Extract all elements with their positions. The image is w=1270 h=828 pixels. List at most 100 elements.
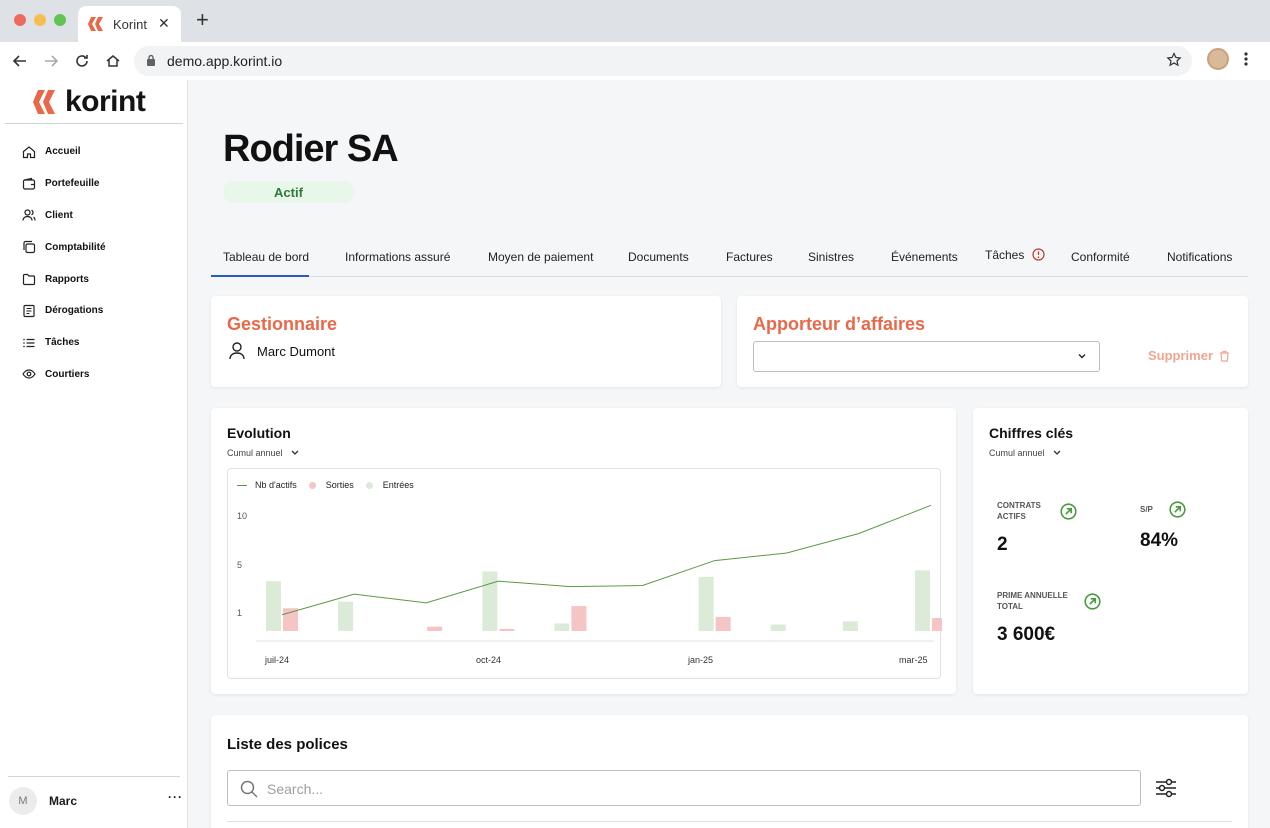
bar-entrees: [915, 570, 930, 631]
sidebar-item-label: Courtiers: [45, 368, 90, 380]
user-name: Marc: [49, 794, 78, 808]
bar-sorties: [499, 628, 515, 631]
profile-avatar[interactable]: [1207, 48, 1229, 70]
tab-moyen-de-paiement[interactable]: Moyen de paiement: [488, 241, 593, 277]
line-nb-actifs: [281, 504, 932, 616]
korint-favicon-icon: [88, 17, 103, 31]
sidebar-item-label: Client: [45, 209, 73, 221]
sidebar-item-courtiers[interactable]: Courtiers: [0, 359, 188, 391]
bar-sorties: [427, 626, 443, 631]
kpi-label-prime: PRIME ANNUELLE TOTAL: [997, 590, 1068, 612]
sidebar-item-taches[interactable]: Tâches: [0, 327, 188, 359]
document-icon: [23, 304, 35, 317]
tab-informations-assure[interactable]: Informations assuré: [345, 241, 450, 277]
chiffres-title: Chiffres clés: [989, 425, 1074, 441]
address-bar[interactable]: demo.app.korint.io: [134, 46, 1192, 76]
kpi-label-sp: S/P: [1140, 504, 1153, 515]
chiffres-cles-card: Chiffres clés Cumul annuel CONTRATS ACTI…: [973, 408, 1248, 694]
tab-bar: Tableau de bord Informations assuré Moye…: [211, 241, 1248, 277]
close-window-button[interactable]: [14, 14, 26, 26]
chart-plot-area: [256, 504, 942, 642]
wallet-icon: [22, 177, 36, 190]
maximize-window-button[interactable]: [54, 14, 66, 26]
bookmark-star-icon[interactable]: [1166, 52, 1182, 68]
folder-icon: [22, 273, 36, 286]
search-placeholder: Search...: [267, 781, 324, 797]
polices-card: Liste des polices Search...: [211, 715, 1248, 828]
tab-notifications[interactable]: Notifications: [1167, 241, 1232, 277]
close-tab-icon[interactable]: ✕: [158, 15, 170, 32]
tab-label: Factures: [726, 250, 773, 264]
apporteur-select[interactable]: [753, 341, 1100, 372]
filter-settings-icon[interactable]: [1155, 777, 1177, 799]
tab-evenements[interactable]: Événements: [891, 241, 958, 277]
browser-toolbar: demo.app.korint.io: [0, 42, 1270, 80]
sidebar-item-accueil[interactable]: Accueil: [0, 136, 188, 168]
lock-icon: [147, 54, 155, 66]
tab-factures[interactable]: Factures: [726, 241, 773, 277]
x-tick-label: juil-24: [265, 655, 290, 665]
bar-sorties: [283, 608, 298, 631]
bar-entrees: [842, 621, 858, 631]
sidebar-item-label: Dérogations: [45, 305, 104, 317]
back-icon[interactable]: [9, 50, 31, 72]
period-label: Cumul annuel: [989, 448, 1045, 458]
sidebar-item-label: Portefeuille: [45, 178, 100, 190]
main-content: Rodier SA Actif Tableau de bord Informat…: [189, 80, 1270, 828]
sidebar-item-label: Comptabilité: [45, 241, 106, 253]
tab-documents[interactable]: Documents: [628, 241, 689, 277]
browser-tab[interactable]: Korint ✕: [78, 6, 181, 42]
bar-entrees: [338, 601, 354, 631]
page-title: Rodier SA: [223, 128, 399, 170]
status-badge: Actif: [223, 181, 354, 203]
bar-entrees: [770, 624, 786, 631]
user-icon: [229, 342, 245, 360]
new-tab-icon[interactable]: +: [196, 9, 209, 31]
tab-sinistres[interactable]: Sinistres: [808, 241, 854, 277]
tab-taches[interactable]: Tâches: [985, 241, 1045, 277]
kpi-label-line: TOTAL: [997, 602, 1023, 611]
sidebar-item-rapports[interactable]: Rapports: [0, 263, 188, 295]
table-divider: [227, 821, 1232, 822]
browser-tab-bar: Korint ✕ +: [0, 0, 1270, 42]
trend-up-icon: [1169, 501, 1186, 518]
trash-icon: [1220, 350, 1230, 362]
user-menu-button[interactable]: ···: [168, 790, 183, 804]
reload-icon[interactable]: [71, 50, 93, 72]
copy-icon: [23, 241, 36, 254]
tab-label: Informations assuré: [345, 250, 451, 264]
trend-up-icon: [1084, 593, 1101, 610]
delete-button[interactable]: Supprimer: [1148, 348, 1230, 363]
browser-menu-icon[interactable]: [1243, 50, 1249, 68]
browser-tab-title: Korint: [113, 17, 147, 32]
home-browser-icon[interactable]: [102, 50, 124, 72]
sidebar-item-comptabilite[interactable]: Comptabilité: [0, 231, 188, 263]
gestionnaire-name: Marc Dumont: [257, 344, 336, 359]
user-avatar[interactable]: M: [9, 787, 37, 815]
sidebar-item-client[interactable]: Client: [0, 200, 188, 232]
sidebar: korint Accueil Portefeuille Client Compt…: [0, 80, 188, 828]
tab-label: Tableau de bord: [223, 250, 310, 264]
chiffres-period-select[interactable]: Cumul annuel: [989, 448, 1061, 458]
evolution-chart: Nb d'actifs Sorties Entrées 10 5 1 juil-…: [227, 468, 942, 679]
trend-up-icon: [1060, 503, 1077, 520]
sidebar-item-portefeuille[interactable]: Portefeuille: [0, 168, 188, 200]
brand-logo[interactable]: korint: [33, 85, 146, 118]
sidebar-item-label: Tâches: [45, 337, 80, 349]
evolution-period-select[interactable]: Cumul annuel: [227, 448, 299, 458]
sidebar-item-derogations[interactable]: Dérogations: [0, 295, 188, 327]
sidebar-nav: Accueil Portefeuille Client Comptabilité…: [0, 136, 188, 390]
polices-title: Liste des polices: [227, 736, 348, 753]
brand-name: korint: [65, 85, 146, 118]
app-root: korint Accueil Portefeuille Client Compt…: [0, 80, 1270, 828]
tab-conformite[interactable]: Conformité: [1071, 241, 1130, 277]
search-input[interactable]: Search...: [227, 770, 1141, 806]
tab-label: Conformité: [1071, 250, 1130, 264]
eye-icon: [22, 369, 36, 380]
forward-icon[interactable]: [40, 50, 62, 72]
alert-icon: [1032, 248, 1045, 261]
caret-down-icon: [291, 450, 299, 455]
minimize-window-button[interactable]: [34, 14, 46, 26]
evolution-title: Evolution: [227, 425, 291, 441]
tab-tableau-de-bord[interactable]: Tableau de bord: [211, 241, 309, 277]
